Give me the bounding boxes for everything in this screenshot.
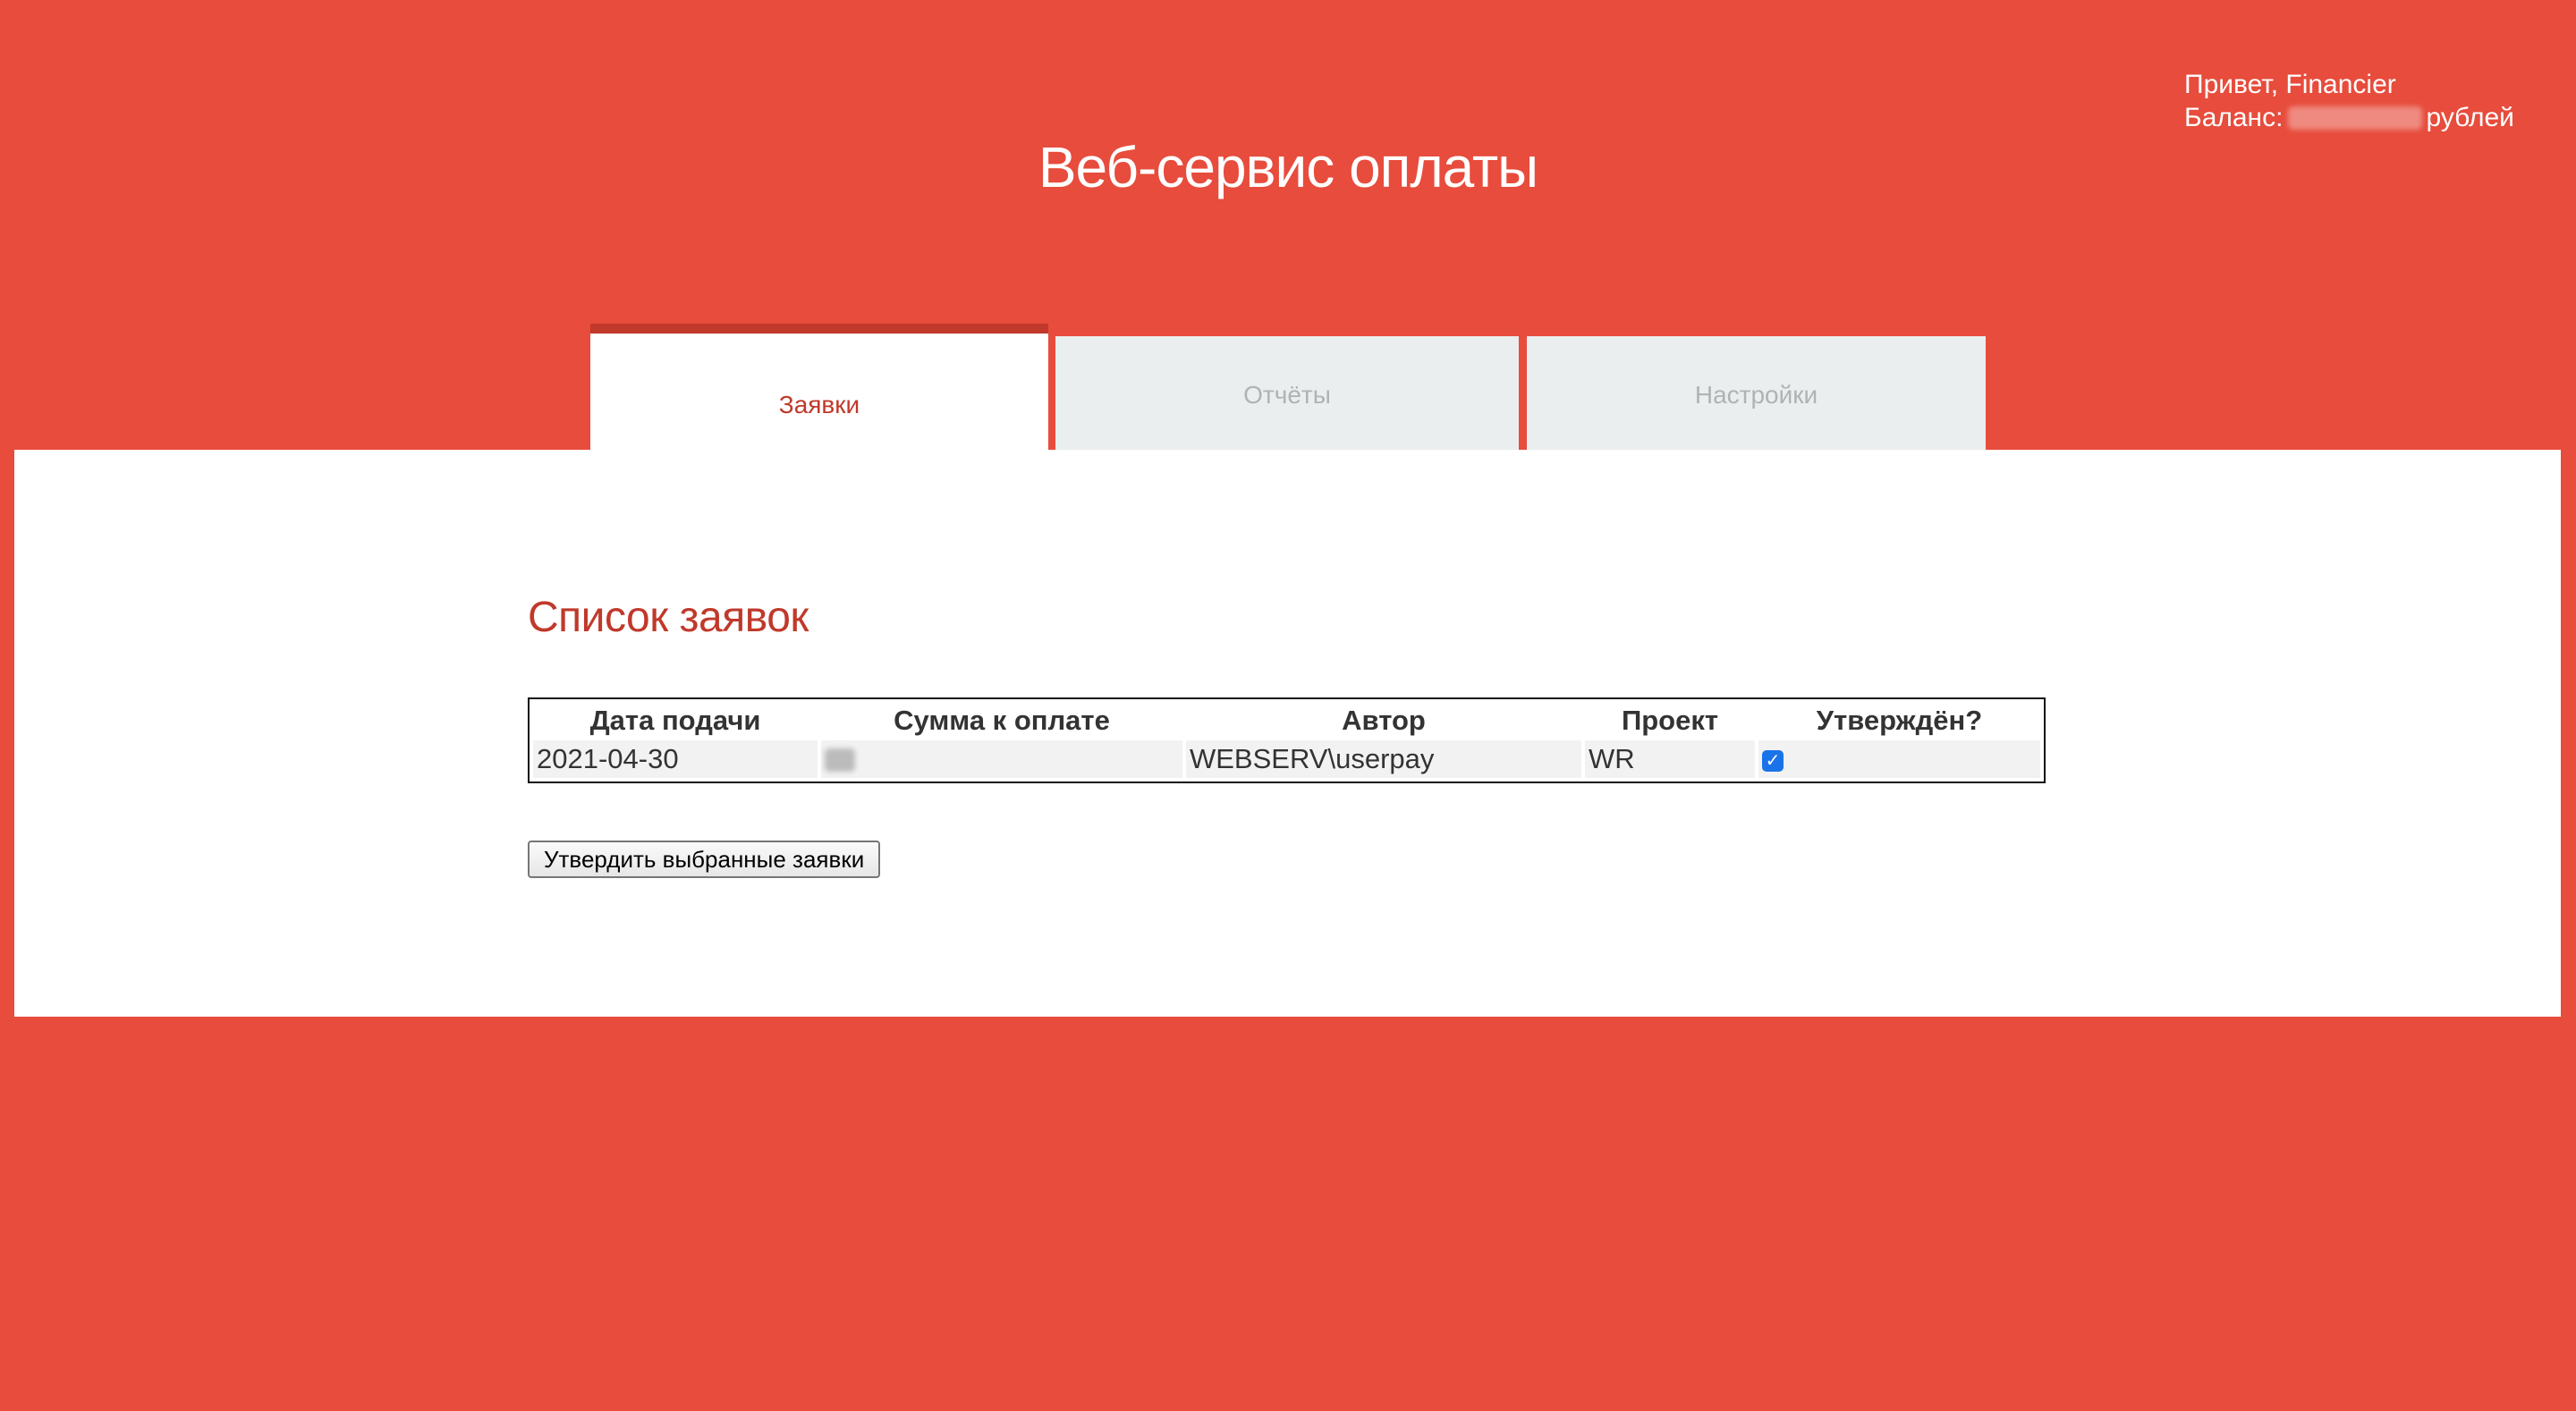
tab-reports[interactable]: Отчёты [1055,336,1519,451]
site-title: Веб-сервис оплаты [1038,135,1538,199]
column-header-project: Проект [1621,705,1719,736]
requests-table-frame: Дата подачи Сумма к оплате Автор Проект … [528,697,2046,783]
requests-table: Дата подачи Сумма к оплате Автор Проект … [530,699,2044,782]
table-row: 2021-04-30 WEBSERV\userpay WR ✓ [533,740,2040,778]
column-header-approved: Утверждён? [1816,705,1983,736]
tab-requests[interactable]: Заявки [590,324,1048,451]
amount-value-redacted [825,748,855,772]
page: Привет, Financier Баланс: рублей Веб-серв… [0,0,2576,1411]
tab-settings[interactable]: Настройки [1527,336,1986,451]
cell-date: 2021-04-30 [533,740,818,778]
column-header-date: Дата подачи [589,705,761,736]
user-info: Привет, Financier Баланс: рублей [2184,68,2514,134]
balance-label: Баланс: [2184,103,2284,132]
column-header-amount: Сумма к оплате [894,705,1110,736]
cell-approved: ✓ [1758,740,2040,778]
cell-amount [821,740,1182,778]
balance-unit: рублей [2426,103,2514,132]
approved-checkbox[interactable]: ✓ [1762,749,1784,772]
cell-project: WR [1585,740,1755,778]
section-title: Список заявок [528,594,809,641]
approve-selected-button[interactable]: Утвердить выбранные заявки [528,841,881,878]
balance-line: Баланс: рублей [2184,101,2514,134]
content-panel: Список заявок Дата подачи Сумма к оплате… [14,450,2561,1017]
greeting: Привет, Financier [2184,70,2396,99]
balance-value-redacted [2288,106,2423,130]
cell-author: WEBSERV\userpay [1186,740,1581,778]
column-header-author: Автор [1342,705,1426,736]
table-header-row: Дата подачи Сумма к оплате Автор Проект … [533,703,2040,737]
